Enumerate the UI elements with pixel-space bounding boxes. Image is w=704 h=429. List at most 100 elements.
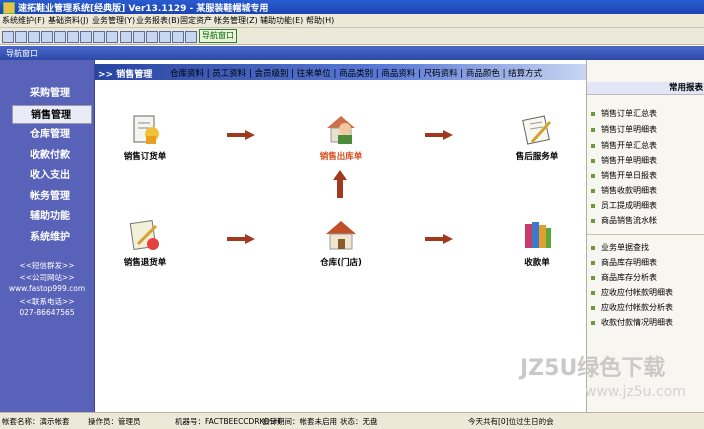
help-icon[interactable] — [159, 31, 171, 43]
menu-help[interactable]: 帮助(H) — [306, 15, 334, 26]
sidebar-item-purchase[interactable]: 采购管理 — [12, 84, 92, 103]
report-link[interactable]: 员工提成明细表 — [591, 200, 657, 212]
phone-number: 027-86647565 — [19, 308, 75, 317]
sales-return-label: 销售退货单 — [123, 258, 167, 268]
report-link[interactable]: 商品销售流水帐 — [591, 215, 657, 227]
report-icon[interactable] — [106, 31, 118, 43]
watermark: JZ5U绿色下载 — [520, 356, 666, 381]
sales-order-label: 销售订货单 — [123, 152, 167, 162]
status-period: 会计期间：帐套未启用 — [262, 417, 337, 426]
menu-accounts[interactable]: 帐务管理(Z) — [214, 15, 258, 26]
window-title: 速拓鞋业管理系统[经典版] Ver13.1129 - 某服装鞋帽城专用 — [18, 4, 269, 14]
list-icon[interactable] — [41, 31, 53, 43]
website-url[interactable]: www.fastop999.com — [0, 284, 94, 293]
status-operator: 操作员：管理员 — [88, 417, 141, 426]
menu-reports[interactable]: 业务报表(B) — [136, 15, 180, 26]
sales-outbound-label: 销售出库单 — [319, 152, 363, 162]
nav-window-title: 导航窗口 — [6, 49, 38, 58]
quick-links[interactable]: 仓库资料 | 员工资料 | 会员级别 | 往来单位 | 商品类别 | 商品资料 … — [170, 67, 542, 79]
sales-outbound-node[interactable]: 销售出库单 — [301, 112, 381, 162]
new-icon[interactable] — [2, 31, 14, 43]
bullet-icon — [591, 305, 595, 310]
bullet-icon — [591, 143, 595, 148]
divider — [587, 234, 704, 235]
bullet-icon — [591, 188, 595, 193]
menu-fixed-assets[interactable]: 固定资产 — [180, 15, 212, 26]
arrow-icon — [425, 234, 453, 244]
bullet-icon — [591, 158, 595, 163]
house-user-icon — [324, 112, 358, 146]
edit-icon[interactable] — [54, 31, 66, 43]
report-link[interactable]: 应收应付帐款分析表 — [591, 302, 673, 314]
save-icon[interactable] — [146, 31, 158, 43]
arrow-icon — [227, 130, 255, 140]
bullet-icon — [591, 290, 595, 295]
sidebar-item-accounts[interactable]: 帐务管理 — [12, 187, 92, 206]
report-link[interactable]: 应收应付帐款明细表 — [591, 287, 673, 299]
title-bar: 速拓鞋业管理系统[经典版] Ver13.1129 - 某服装鞋帽城专用 — [0, 0, 704, 14]
report-link[interactable]: 销售开单日报表 — [591, 170, 657, 182]
app-icon — [3, 2, 15, 14]
report-link[interactable]: 商品库存分析表 — [591, 272, 657, 284]
bullet-icon — [591, 203, 595, 208]
sidebar-item-sales[interactable]: 销售管理 — [12, 105, 92, 124]
sidebar-item-income[interactable]: 收入支出 — [12, 166, 92, 185]
report-link[interactable]: 商品库存明细表 — [591, 257, 657, 269]
current-section: >> 销售管理 — [98, 70, 153, 80]
sales-order-icon — [128, 112, 162, 146]
report-link[interactable]: 销售开单汇总表 — [591, 140, 657, 152]
report-link[interactable]: 销售收款明细表 — [591, 185, 657, 197]
report-link[interactable]: 销售开单明细表 — [591, 155, 657, 167]
report-link[interactable]: 销售订单明细表 — [591, 124, 657, 136]
sidebar-item-system[interactable]: 系统维护 — [12, 228, 92, 247]
report-link[interactable]: 业务单据查找 — [591, 242, 649, 254]
bullet-icon — [591, 173, 595, 178]
notepad-pencil-icon — [520, 112, 554, 146]
menu-bar: 系统维护(F) 基础资料(J) 业务管理(Y) 业务报表(B) 固定资产 帐务管… — [0, 14, 704, 28]
sidebar-item-payments[interactable]: 收款付款 — [12, 146, 92, 165]
menu-business[interactable]: 业务管理(Y) — [92, 15, 135, 26]
after-sales-label: 售后服务单 — [515, 152, 559, 162]
exit-icon[interactable] — [185, 31, 197, 43]
sales-order-node[interactable]: 销售订货单 — [105, 112, 185, 162]
chart-icon[interactable] — [93, 31, 105, 43]
sms-link[interactable]: <<短信群发>> — [0, 260, 94, 271]
report-link[interactable]: 收款付款情况明细表 — [591, 317, 673, 329]
status-message: 今天共有[0]位过生日的会 — [468, 417, 554, 426]
settings-icon[interactable] — [67, 31, 79, 43]
receipt-node[interactable]: 收款单 — [497, 218, 577, 268]
nav-window-button[interactable]: 导航窗口 — [199, 29, 237, 43]
copy-icon[interactable] — [28, 31, 40, 43]
sales-return-node[interactable]: 销售退货单 — [105, 218, 185, 268]
after-sales-node[interactable]: 售后服务单 — [497, 112, 577, 162]
sidebar-item-warehouse[interactable]: 仓库管理 — [12, 125, 92, 144]
table-icon[interactable] — [120, 31, 132, 43]
sidebar-item-aux[interactable]: 辅助功能 — [12, 207, 92, 226]
arrow-icon — [425, 130, 453, 140]
doc-icon[interactable] — [80, 31, 92, 43]
main-panel: >> 销售管理 仓库资料 | 员工资料 | 会员级别 | 往来单位 | 商品类别… — [95, 60, 586, 412]
bullet-icon — [591, 320, 595, 325]
bullet-icon — [591, 127, 595, 132]
menu-system[interactable]: 系统维护(F) — [2, 15, 45, 26]
arrow-icon — [227, 234, 255, 244]
status-account: 帐套名称：演示帐套 — [2, 417, 70, 426]
bullet-icon — [591, 245, 595, 250]
info-icon[interactable] — [172, 31, 184, 43]
menu-basic-data[interactable]: 基础资料(J) — [48, 15, 89, 26]
status-bar: 帐套名称：演示帐套 操作员：管理员 机器号：FACTBEECCDRKOSH 会计… — [0, 412, 704, 429]
open-icon[interactable] — [15, 31, 27, 43]
bullet-icon — [591, 260, 595, 265]
print-icon[interactable] — [133, 31, 145, 43]
report-link[interactable]: 销售订单汇总表 — [591, 108, 657, 120]
bullet-icon — [591, 275, 595, 280]
toolbar: 导航窗口 — [0, 28, 704, 45]
common-reports-title: 常用报表 — [587, 82, 704, 95]
website-link[interactable]: <<公司网站>> — [0, 272, 94, 283]
bullet-icon — [591, 218, 595, 223]
status-state: 状态：无盘 — [340, 417, 378, 426]
books-icon — [520, 218, 554, 252]
menu-aux[interactable]: 辅助功能(E) — [260, 15, 303, 26]
warehouse-node[interactable]: 仓库(门店) — [301, 218, 381, 268]
phone-label: <<联系电话>> — [19, 297, 75, 306]
